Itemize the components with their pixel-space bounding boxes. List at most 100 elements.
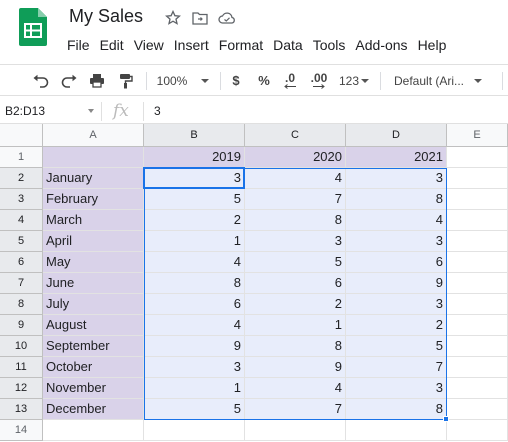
format-currency-button[interactable]: $: [226, 65, 246, 96]
cell-e1[interactable]: [447, 147, 508, 168]
cell-d7[interactable]: 9: [346, 273, 447, 294]
cell-a11[interactable]: October: [43, 357, 144, 378]
cell-c7[interactable]: 6: [245, 273, 346, 294]
cell-e13[interactable]: [447, 399, 508, 420]
cell-c5[interactable]: 3: [245, 231, 346, 252]
cell-d3[interactable]: 8: [346, 189, 447, 210]
row-header-14[interactable]: 14: [0, 420, 43, 441]
cell-b1[interactable]: 2019: [144, 147, 245, 168]
cell-e4[interactable]: [447, 210, 508, 231]
column-header-c[interactable]: C: [245, 124, 346, 147]
cell-e14[interactable]: [447, 420, 508, 441]
cell-a10[interactable]: September: [43, 336, 144, 357]
spreadsheet-grid[interactable]: A B C D E 1 2019 2020 2021 2 January 3 4 3 3 February 5 7…: [0, 124, 508, 442]
cell-b2[interactable]: 3: [144, 168, 245, 189]
cell-e3[interactable]: [447, 189, 508, 210]
cell-c13[interactable]: 7: [245, 399, 346, 420]
row-header-3[interactable]: 3: [0, 189, 43, 210]
row-header-5[interactable]: 5: [0, 231, 43, 252]
zoom-select[interactable]: 100%: [152, 65, 214, 96]
cell-b8[interactable]: 6: [144, 294, 245, 315]
cell-c3[interactable]: 7: [245, 189, 346, 210]
cell-b14[interactable]: [144, 420, 245, 441]
font-family-select[interactable]: Default (Ari...: [388, 65, 488, 96]
cell-c1[interactable]: 2020: [245, 147, 346, 168]
cell-c2[interactable]: 4: [245, 168, 346, 189]
cell-b5[interactable]: 1: [144, 231, 245, 252]
cell-b9[interactable]: 4: [144, 315, 245, 336]
cell-a8[interactable]: July: [43, 294, 144, 315]
cell-d8[interactable]: 3: [346, 294, 447, 315]
cell-a4[interactable]: March: [43, 210, 144, 231]
row-header-13[interactable]: 13: [0, 399, 43, 420]
cell-e12[interactable]: [447, 378, 508, 399]
cell-e11[interactable]: [447, 357, 508, 378]
cell-a14[interactable]: [43, 420, 144, 441]
row-header-8[interactable]: 8: [0, 294, 43, 315]
cell-a1[interactable]: [43, 147, 144, 168]
cell-a6[interactable]: May: [43, 252, 144, 273]
fill-handle[interactable]: [443, 416, 449, 422]
column-header-b[interactable]: B: [144, 124, 245, 147]
cell-b10[interactable]: 9: [144, 336, 245, 357]
cell-e10[interactable]: [447, 336, 508, 357]
column-header-d[interactable]: D: [346, 124, 447, 147]
cell-d4[interactable]: 4: [346, 210, 447, 231]
cell-b11[interactable]: 3: [144, 357, 245, 378]
cell-d9[interactable]: 2: [346, 315, 447, 336]
cloud-status-icon[interactable]: [218, 9, 236, 27]
cell-a2[interactable]: January: [43, 168, 144, 189]
print-icon[interactable]: [85, 65, 109, 96]
cell-d14[interactable]: [346, 420, 447, 441]
row-header-2[interactable]: 2: [0, 168, 43, 189]
undo-icon[interactable]: [29, 65, 53, 96]
cell-c11[interactable]: 9: [245, 357, 346, 378]
cell-e7[interactable]: [447, 273, 508, 294]
row-header-10[interactable]: 10: [0, 336, 43, 357]
cell-d1[interactable]: 2021: [346, 147, 447, 168]
chevron-down-icon[interactable]: [88, 109, 94, 113]
cell-d6[interactable]: 6: [346, 252, 447, 273]
row-header-9[interactable]: 9: [0, 315, 43, 336]
cell-d13[interactable]: 8: [346, 399, 447, 420]
cell-b3[interactable]: 5: [144, 189, 245, 210]
cell-c4[interactable]: 8: [245, 210, 346, 231]
sheets-logo-icon[interactable]: [19, 8, 47, 46]
cell-c10[interactable]: 8: [245, 336, 346, 357]
cell-a12[interactable]: November: [43, 378, 144, 399]
star-icon[interactable]: [164, 9, 182, 27]
menu-edit[interactable]: Edit: [95, 35, 129, 55]
name-box[interactable]: B2:D13: [5, 104, 45, 118]
cell-b13[interactable]: 5: [144, 399, 245, 420]
cell-b6[interactable]: 4: [144, 252, 245, 273]
cell-d2[interactable]: 3: [346, 168, 447, 189]
row-header-6[interactable]: 6: [0, 252, 43, 273]
cell-a3[interactable]: February: [43, 189, 144, 210]
cell-c8[interactable]: 2: [245, 294, 346, 315]
cell-c6[interactable]: 5: [245, 252, 346, 273]
cell-c14[interactable]: [245, 420, 346, 441]
cell-a9[interactable]: August: [43, 315, 144, 336]
cell-e9[interactable]: [447, 315, 508, 336]
menu-help[interactable]: Help: [413, 35, 452, 55]
cell-d10[interactable]: 5: [346, 336, 447, 357]
redo-icon[interactable]: [57, 65, 81, 96]
menu-data[interactable]: Data: [268, 35, 308, 55]
paint-format-icon[interactable]: [114, 65, 138, 96]
menu-tools[interactable]: Tools: [308, 35, 351, 55]
cell-a5[interactable]: April: [43, 231, 144, 252]
menu-addons[interactable]: Add-ons: [350, 35, 412, 55]
column-header-e[interactable]: E: [447, 124, 508, 147]
column-header-a[interactable]: A: [43, 124, 144, 147]
row-header-7[interactable]: 7: [0, 273, 43, 294]
row-header-4[interactable]: 4: [0, 210, 43, 231]
cell-b4[interactable]: 2: [144, 210, 245, 231]
cell-d11[interactable]: 7: [346, 357, 447, 378]
cell-c9[interactable]: 1: [245, 315, 346, 336]
cell-b7[interactable]: 8: [144, 273, 245, 294]
row-header-12[interactable]: 12: [0, 378, 43, 399]
document-title[interactable]: My Sales: [69, 6, 143, 27]
menu-view[interactable]: View: [129, 35, 169, 55]
cell-b12[interactable]: 1: [144, 378, 245, 399]
row-header-1[interactable]: 1: [0, 147, 43, 168]
